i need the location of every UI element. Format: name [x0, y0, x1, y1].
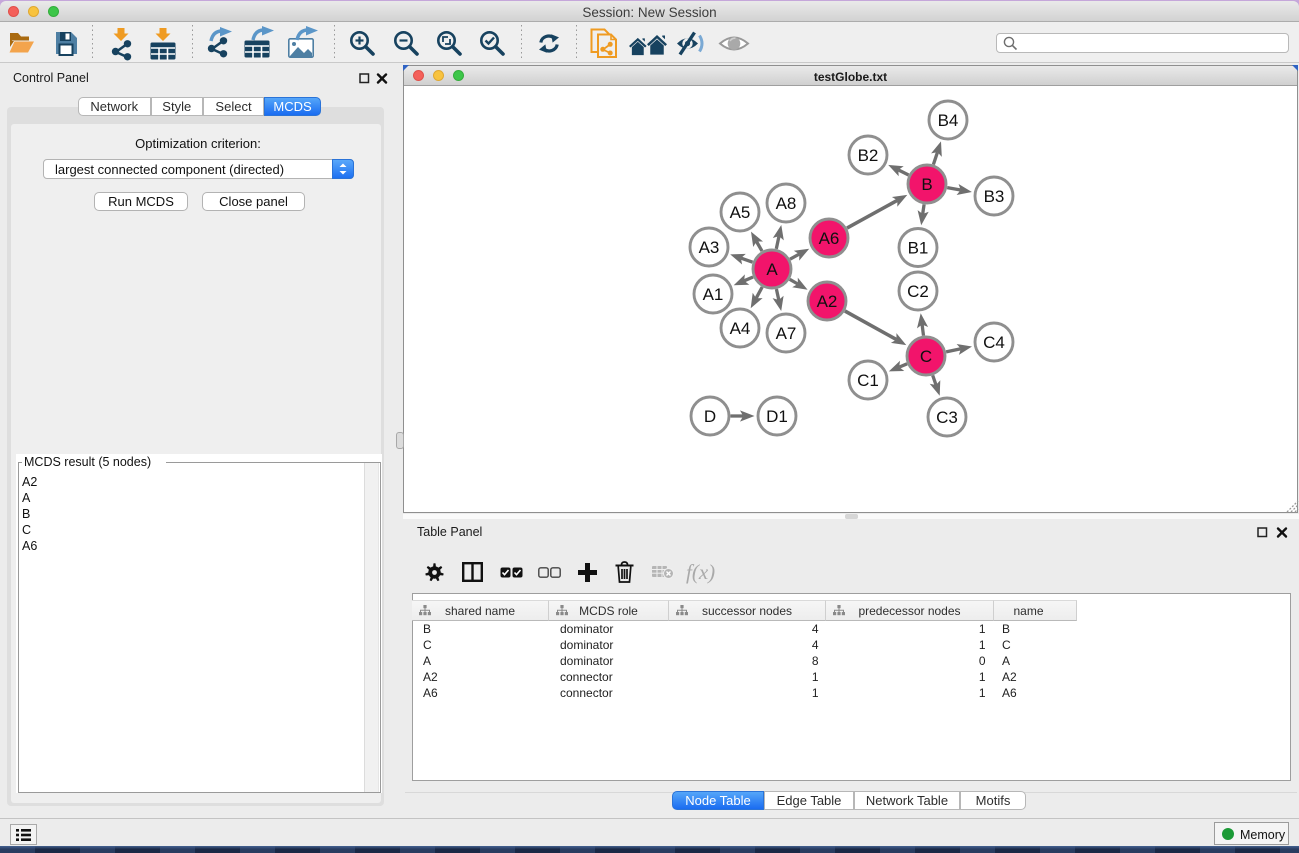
- svg-text:B2: B2: [858, 146, 879, 165]
- svg-text:B3: B3: [984, 187, 1005, 206]
- svg-text:A1: A1: [703, 285, 724, 304]
- svg-text:A3: A3: [699, 238, 720, 257]
- svg-text:D1: D1: [766, 407, 788, 426]
- svg-text:A8: A8: [776, 194, 797, 213]
- svg-text:C4: C4: [983, 333, 1005, 352]
- svg-text:B4: B4: [938, 111, 959, 130]
- svg-text:A4: A4: [730, 319, 751, 338]
- svg-text:C2: C2: [907, 282, 929, 301]
- svg-text:B1: B1: [908, 238, 929, 257]
- svg-text:D: D: [704, 407, 716, 426]
- svg-text:C1: C1: [857, 371, 879, 390]
- svg-text:A2: A2: [817, 292, 838, 311]
- svg-text:A7: A7: [776, 324, 797, 343]
- svg-text:A: A: [766, 260, 778, 279]
- svg-text:B: B: [921, 175, 932, 194]
- svg-text:A6: A6: [819, 229, 840, 248]
- svg-text:A5: A5: [730, 203, 751, 222]
- svg-text:C3: C3: [936, 408, 958, 427]
- svg-text:C: C: [920, 347, 932, 366]
